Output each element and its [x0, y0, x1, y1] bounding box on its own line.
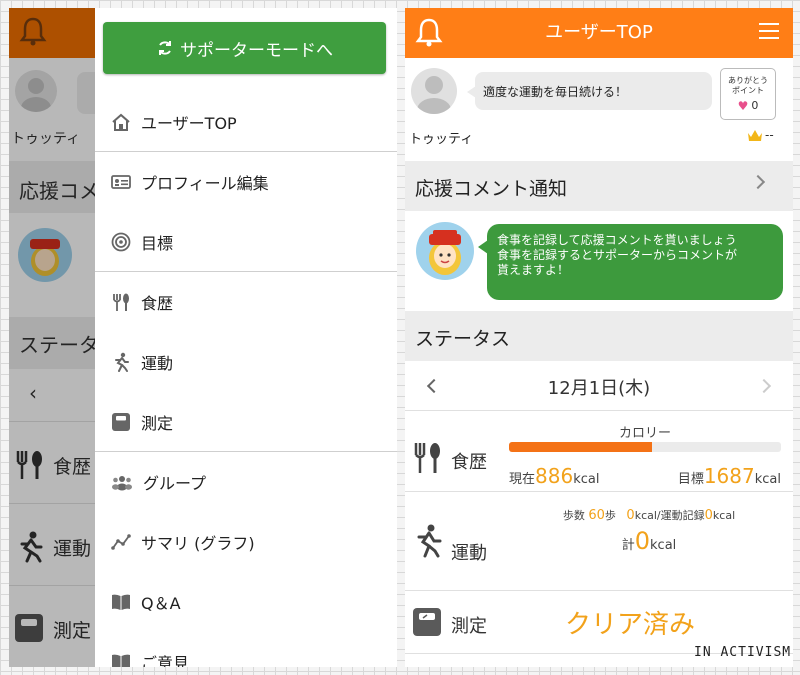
menu-item-summary-graph[interactable]: サマリ (グラフ)	[95, 512, 397, 572]
heart-icon: ♥	[737, 99, 749, 113]
exercise-record-value: 0	[704, 508, 713, 523]
support-chat: 食事を記録して応援コメントを貰いましょう 食事を記録するとサポーターからコメント…	[405, 211, 793, 311]
hamburger-menu-icon[interactable]	[759, 23, 779, 41]
home-icon	[112, 113, 130, 131]
measurement-status: クリア済み	[565, 610, 696, 640]
menu-item-group[interactable]: グループ	[95, 452, 397, 512]
thanks-points-value: 0	[751, 99, 759, 112]
calorie-goal: 目標1687kcal	[678, 464, 781, 488]
support-message-line: 食事を記録して応援コメントを貰いましょう	[497, 233, 737, 247]
thanks-line1: ありがとう	[728, 76, 768, 85]
support-comments-title: 応援コメント通知	[415, 178, 568, 200]
status-row-exercise-label: 運動	[451, 543, 487, 564]
exercise-record-unit: kcal	[712, 509, 736, 522]
calorie-progress-fill	[509, 442, 652, 452]
calorie-goal-unit: kcal	[754, 472, 781, 487]
user-name: トゥッティ	[409, 132, 474, 147]
menu-item-label: 運動	[141, 354, 174, 373]
calorie-goal-value: 1687	[703, 464, 755, 488]
steps-value: 60	[588, 508, 605, 523]
menu-item-feedback[interactable]: ご意見	[95, 632, 397, 667]
status-title: ステータス	[415, 328, 511, 350]
menu-item-label: Q＆A	[141, 594, 181, 613]
exercise-total-unit: kcal	[650, 538, 677, 553]
current-date: 12月1日(木)	[547, 378, 651, 399]
right-phone-screen: ユーザーTOP 適度な運動を毎日続ける！ ありがとう ポイント ♥ 0 トゥッテ…	[405, 8, 793, 667]
status-row-measurement-label: 測定	[451, 616, 487, 637]
page-title: ユーザーTOP	[545, 22, 653, 43]
menu-item-profile-edit[interactable]: プロフィール編集	[95, 152, 397, 212]
menu-item-meal-history[interactable]: 食歴	[95, 272, 397, 332]
menu-item-measurement[interactable]: 測定	[95, 392, 397, 452]
scale-icon	[413, 608, 441, 636]
fork-knife-icon	[414, 443, 440, 473]
calorie-progress-bar	[509, 442, 781, 452]
menu-item-label: 食歴	[141, 294, 174, 313]
status-row-exercise[interactable]: 運動 歩数 60歩 0kcal/運動記録0kcal 計0kcal	[405, 493, 793, 591]
watermark: IN ACTIVISM	[694, 645, 792, 660]
rank-value: --	[765, 128, 774, 142]
calorie-current-prefix: 現在	[509, 472, 536, 487]
menu-item-label: グループ	[143, 474, 207, 493]
thanks-line2: ポイント	[732, 86, 764, 95]
goal-bubble: 適度な運動を毎日続ける！	[467, 72, 712, 110]
exercise-total-value: 0	[634, 527, 651, 555]
status-row-meal[interactable]: 食歴 カロリー 現在886kcal 目標1687kcal	[405, 412, 793, 492]
refresh-icon	[159, 41, 171, 55]
support-message: 食事を記録して応援コメントを貰いましょう 食事を記録するとサポーターからコメント…	[478, 224, 783, 300]
calorie-goal-prefix: 目標	[677, 472, 704, 487]
menu-item-exercise[interactable]: 運動	[95, 332, 397, 392]
group-icon	[112, 476, 132, 491]
crown-icon	[748, 129, 762, 141]
exercise-details: 歩数 60歩 0kcal/運動記録0kcal	[513, 507, 785, 523]
status-row-meal-label: 食歴	[451, 452, 487, 473]
book-icon	[112, 594, 130, 610]
steps-prefix: 歩数	[562, 509, 585, 522]
status-header: ステータス	[405, 311, 793, 361]
menu-item-label: 目標	[141, 234, 174, 253]
exercise-kcal-value: 0	[626, 508, 635, 523]
profile-card: 適度な運動を毎日続ける！ ありがとう ポイント ♥ 0 トゥッティ --	[405, 58, 793, 161]
runner-icon	[115, 352, 129, 372]
calorie-label: カロリー	[618, 426, 671, 441]
support-comments-header[interactable]: 応援コメント通知	[405, 161, 793, 211]
mascot-avatar	[416, 222, 474, 280]
exercise-total-prefix: 計	[621, 538, 635, 553]
app-header: ユーザーTOP	[405, 8, 793, 58]
support-message-line: 貰えますよ！	[497, 263, 570, 277]
navigation-drawer: サポーターモードへ ユーザーTOP プロフィール編集 目標 食歴 運動 測定 グ…	[95, 8, 397, 667]
menu-item-user-top[interactable]: ユーザーTOP	[95, 92, 397, 152]
graph-icon	[111, 534, 131, 550]
menu-item-label: プロフィール編集	[141, 174, 269, 193]
avatar[interactable]	[411, 68, 457, 114]
id-card-icon	[111, 175, 131, 189]
calorie-current-unit: kcal	[573, 472, 600, 487]
supporter-mode-button[interactable]: サポーターモードへ	[103, 22, 386, 74]
thanks-points: ♥ 0	[721, 99, 775, 113]
runner-icon	[417, 524, 442, 558]
supporter-mode-label: サポーターモードへ	[180, 40, 333, 61]
menu-item-label: 測定	[141, 414, 174, 433]
date-navigator: 12月1日(木)	[405, 361, 793, 411]
exercise-total: 計0kcal	[513, 527, 785, 555]
target-icon	[111, 232, 131, 252]
feedback-icon	[112, 654, 130, 667]
exercise-record-text: kcal/運動記録	[634, 509, 705, 522]
thanks-points-button[interactable]: ありがとう ポイント ♥ 0	[720, 68, 776, 120]
menu-item-label: ご意見	[141, 654, 190, 667]
left-phone-screen: トゥッティ 応援コメ ステータ ‹ 食歴 運動 測定 サポーターモードへ ユーザ…	[9, 8, 397, 667]
menu-item-label: ユーザーTOP	[141, 114, 237, 133]
steps-unit: 歩	[604, 509, 616, 522]
support-message-line: 食事を記録するとサポーターからコメントが	[497, 248, 738, 262]
rank-badge: --	[747, 128, 774, 142]
calorie-current: 現在886kcal	[509, 464, 599, 488]
menu-item-qa[interactable]: Q＆A	[95, 572, 397, 632]
calorie-current-value: 886	[535, 464, 574, 488]
menu-item-goal[interactable]: 目標	[95, 212, 397, 272]
chevron-right-icon	[750, 174, 766, 190]
fork-knife-icon	[113, 293, 129, 311]
scale-icon	[112, 413, 130, 431]
menu-item-label: サマリ (グラフ)	[141, 534, 255, 553]
